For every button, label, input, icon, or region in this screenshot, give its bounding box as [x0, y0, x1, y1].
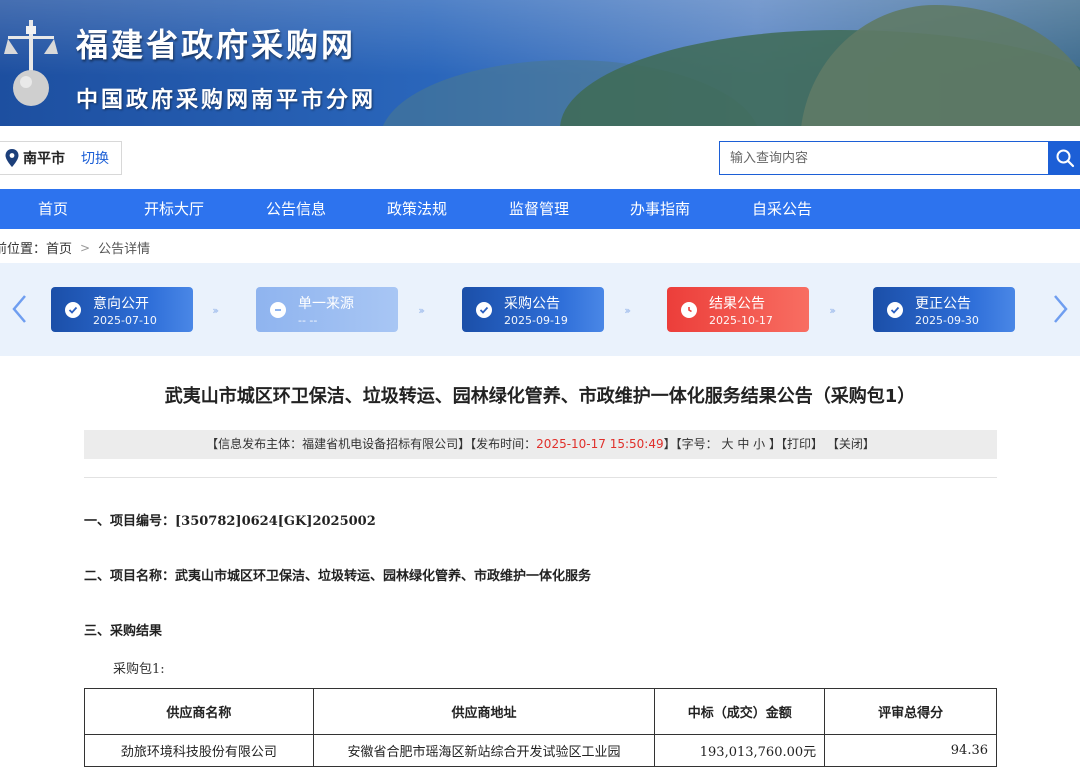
step-date: -- --	[298, 314, 318, 327]
step-name: 更正公告	[915, 296, 971, 312]
publish-time-prefix: 】【发布时间：	[458, 437, 537, 451]
step-date: 2025-09-19	[504, 314, 568, 327]
nav-item-policies[interactable]: 政策法规	[367, 189, 467, 229]
package-label: 采购包1:	[113, 662, 165, 677]
font-size-medium[interactable]: 中	[737, 437, 749, 451]
scales-emblem-icon	[4, 20, 58, 106]
nav-item-self-procurement[interactable]: 自采公告	[732, 189, 832, 229]
nav-item-bid-hall[interactable]: 开标大厅	[124, 189, 224, 229]
result-table: 供应商名称 供应商地址 中标（成交）金额 评审总得分 劲旅环境科技股份有限公司 …	[84, 688, 997, 767]
breadcrumb-home[interactable]: 首页	[46, 238, 72, 257]
check-circle-icon	[476, 302, 492, 318]
search-button[interactable]	[1048, 141, 1080, 175]
publish-time: 2025-10-17 15:50:49	[536, 437, 664, 451]
check-circle-icon	[65, 302, 81, 318]
timeline-step-single-source: 单一来源 -- --	[256, 287, 398, 332]
double-chevron-icon: ›››	[212, 304, 219, 317]
column-header: 中标（成交）金额	[654, 688, 826, 735]
site-title: 福建省政府采购网	[76, 26, 357, 64]
announcement-info-bar: 【信息发布主体：福建省机电设备招标有限公司】【发布时间：2025-10-17 1…	[84, 430, 997, 459]
breadcrumb-current: 公告详情	[98, 242, 151, 257]
print-link[interactable]: 【打印】	[781, 437, 823, 451]
nav-item-announcements[interactable]: 公告信息	[246, 189, 346, 229]
double-chevron-icon: ›››	[829, 304, 836, 317]
timeline-step-intent[interactable]: 意向公开 2025-07-10	[51, 287, 193, 332]
check-circle-icon	[887, 302, 903, 318]
double-chevron-icon: ›››	[418, 304, 425, 317]
minus-circle-icon	[270, 302, 286, 318]
procurement-result-heading: 三、采购结果	[84, 624, 163, 639]
main-nav: 首页 开标大厅 公告信息 政策法规 监督管理 办事指南 自采公告	[0, 189, 1080, 229]
supplier-name: 劲旅环境科技股份有限公司	[84, 734, 314, 767]
step-name: 采购公告	[504, 296, 560, 312]
step-name: 单一来源	[298, 296, 354, 312]
clock-icon	[681, 302, 697, 318]
current-city: 南平市	[23, 151, 65, 167]
step-name: 结果公告	[709, 296, 765, 312]
switch-city-link[interactable]: 切换	[81, 148, 109, 168]
step-date: 2025-10-17	[709, 314, 773, 327]
location-pin-icon	[5, 149, 19, 167]
site-banner: 福建省政府采购网 中国政府采购网南平市分网	[0, 0, 1080, 126]
table-header-row: 供应商名称 供应商地址 中标（成交）金额 评审总得分	[84, 688, 997, 735]
font-size-suffix: 】	[769, 437, 782, 451]
procurement-timeline: 意向公开 2025-07-10 ››› 单一来源 -- -- ››› 采购公告 …	[0, 263, 1080, 356]
site-subtitle: 中国政府采购网南平市分网	[76, 88, 377, 113]
announcement-title: 武夷山市城区环卫保洁、垃圾转运、园林绿化管养、市政维护一体化服务结果公告（采购包…	[164, 386, 916, 407]
timeline-step-correction[interactable]: 更正公告 2025-09-30	[873, 287, 1015, 332]
bid-amount: 193,013,760.00元	[654, 734, 826, 767]
font-size-small[interactable]: 小	[753, 437, 765, 451]
divider	[84, 477, 997, 478]
breadcrumb-prefix: 前位置：	[0, 242, 47, 257]
nav-item-supervision[interactable]: 监督管理	[489, 189, 589, 229]
publisher-prefix: 【信息发布主体：	[206, 437, 303, 451]
top-bar: 南平市 切换	[0, 126, 1080, 189]
step-date: 2025-09-30	[915, 314, 979, 327]
step-date: 2025-07-10	[93, 314, 157, 327]
font-size-prefix: 】【字号：	[663, 437, 718, 451]
chevron-left-icon[interactable]	[10, 293, 30, 325]
chevron-right-icon[interactable]	[1050, 293, 1070, 325]
project-name: 二、项目名称：武夷山市城区环卫保洁、垃圾转运、园林绿化管养、市政维护一体化服务	[84, 569, 592, 584]
nav-item-guide[interactable]: 办事指南	[610, 189, 710, 229]
total-score: 94.36	[824, 734, 997, 767]
column-header: 供应商名称	[84, 688, 314, 735]
publisher-name: 福建省机电设备招标有限公司	[302, 437, 459, 451]
city-selector: 南平市 切换	[0, 141, 122, 175]
project-number: 一、项目编号：[350782]0624[GK]2025002	[84, 514, 376, 529]
column-header: 供应商地址	[312, 688, 656, 735]
nav-item-home[interactable]: 首页	[3, 189, 103, 229]
column-header: 评审总得分	[824, 688, 997, 735]
supplier-address: 安徽省合肥市瑶海区新站综合开发试验区工业园	[312, 734, 656, 767]
chevron-right-icon: >	[80, 240, 91, 255]
breadcrumb: 前位置： 首页 > 公告详情	[0, 238, 151, 258]
table-row: 劲旅环境科技股份有限公司 安徽省合肥市瑶海区新站综合开发试验区工业园 193,0…	[84, 734, 997, 767]
timeline-step-result[interactable]: 结果公告 2025-10-17	[667, 287, 809, 332]
font-size-large[interactable]: 大	[721, 437, 733, 451]
search-icon	[1056, 149, 1075, 168]
timeline-step-procurement[interactable]: 采购公告 2025-09-19	[462, 287, 604, 332]
step-name: 意向公开	[93, 296, 149, 312]
close-link[interactable]: 【关闭】	[827, 437, 875, 451]
search-input[interactable]	[719, 141, 1049, 175]
